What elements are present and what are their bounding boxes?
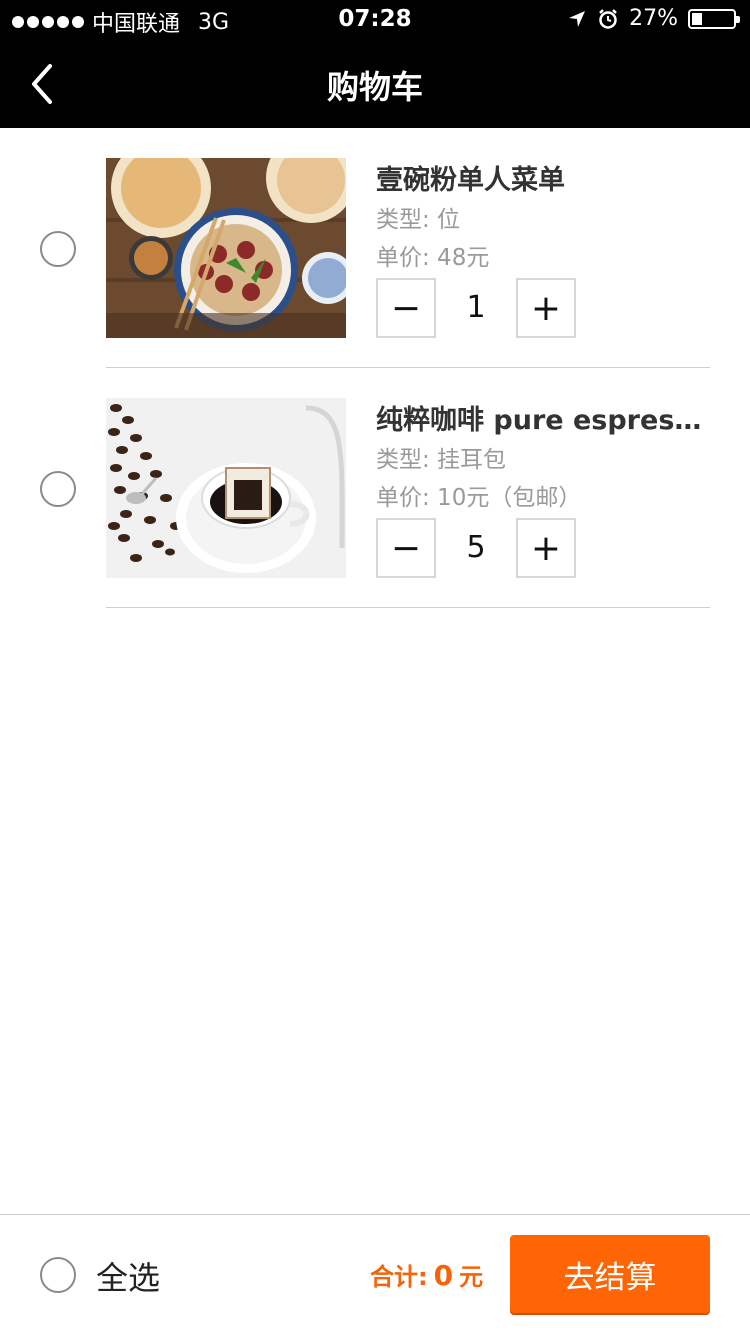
item-name: 壹碗粉单人菜单 [376, 165, 565, 196]
item-price: 单价: 10元（包邮） [376, 485, 582, 511]
battery-percent: 27% [629, 6, 678, 31]
select-all-label[interactable]: 全选 [96, 1253, 160, 1299]
cart-item: 壹碗粉单人菜单 类型: 位 单价: 48元 − 1 + [0, 128, 750, 368]
item-type: 类型: 位 [376, 207, 461, 233]
page-title: 购物车 [326, 68, 423, 106]
increase-quantity-button[interactable]: + [516, 278, 576, 338]
item-price: 单价: 48元 [376, 245, 490, 271]
cart-item: 纯粹咖啡 pure espresso 类型: 挂耳包 单价: 10元（包邮） −… [0, 368, 750, 608]
item-quantity: 1 [466, 290, 486, 325]
cart-footer: 全选 合计: 0 元 去结算 [0, 1214, 750, 1334]
item-name: 纯粹咖啡 pure espresso [376, 405, 706, 436]
select-all-radio[interactable] [40, 1257, 76, 1293]
decrease-quantity-button[interactable]: − [376, 518, 436, 578]
noodle-bowl-photo [106, 158, 346, 338]
location-arrow-icon [569, 10, 586, 27]
item-type: 类型: 挂耳包 [376, 447, 507, 473]
item-select-radio[interactable] [40, 231, 76, 267]
shopping-cart-page: 中国联通 3G 07:28 27% 购物车 壹碗粉单人菜单 类型: 位 单价: … [0, 0, 750, 1334]
total-value: 0 [433, 1259, 454, 1292]
item-select-radio[interactable] [40, 471, 76, 507]
drip-coffee-photo [106, 398, 346, 578]
nav-bar: 购物车 [0, 40, 750, 128]
alarm-clock-icon [599, 8, 617, 29]
total-amount: 合计: 0 元 [370, 1257, 483, 1292]
status-right: 27% [567, 6, 740, 31]
total-label: 合计: [370, 1263, 428, 1291]
increase-quantity-button[interactable]: + [516, 518, 576, 578]
status-bar: 中国联通 3G 07:28 27% [0, 0, 750, 40]
item-quantity: 5 [466, 530, 486, 565]
battery-icon [688, 8, 740, 29]
checkout-button[interactable]: 去结算 [510, 1235, 710, 1313]
decrease-quantity-button[interactable]: − [376, 278, 436, 338]
item-divider [106, 607, 710, 608]
top-bar: 中国联通 3G 07:28 27% 购物车 [0, 0, 750, 128]
total-unit: 元 [459, 1263, 484, 1291]
